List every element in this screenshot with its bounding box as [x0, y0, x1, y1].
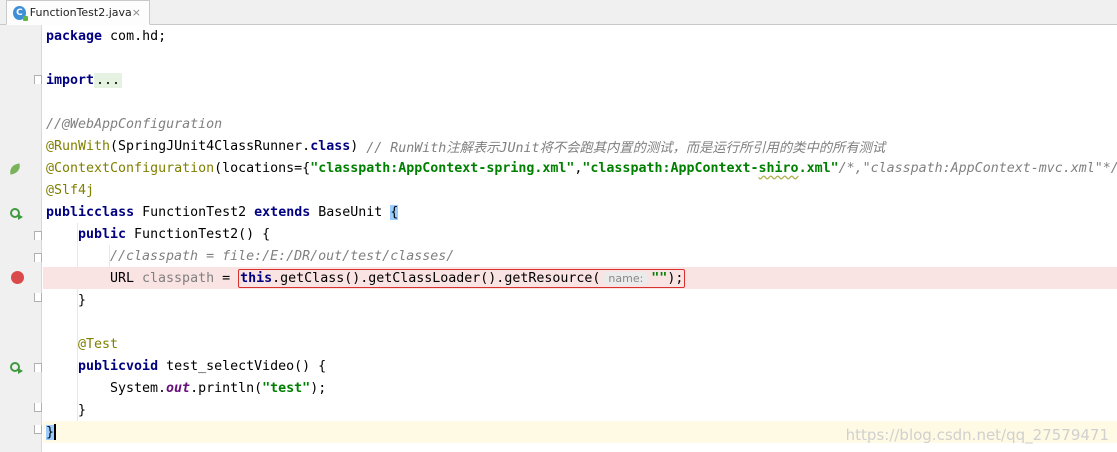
- string-literal: "": [651, 270, 668, 286]
- matched-brace: }: [46, 424, 55, 440]
- code-line-contextconfiguration[interactable]: @ContextConfiguration (locations={"classp…: [43, 157, 1117, 179]
- string-literal: "classpath:AppContext-: [582, 160, 759, 176]
- code-line-comment-webapp[interactable]: //@WebAppConfiguration: [43, 113, 1117, 135]
- code-text: .getClass().getClassLoader().getResource…: [272, 270, 601, 286]
- keyword: public: [78, 226, 127, 242]
- code-text: System.: [110, 380, 167, 396]
- annotation: @ContextConfiguration: [46, 160, 215, 176]
- code-text: ): [350, 138, 367, 154]
- code-line-close-method[interactable]: }: [43, 399, 1117, 421]
- fold-collapse-icon[interactable]: [34, 363, 42, 372]
- fold-collapse-icon[interactable]: [34, 253, 42, 262]
- tab-label: FunctionTest2.java: [29, 6, 132, 19]
- comment: // RunWith注解表示JUnit将不会跑其内置的测试，而是运行所引用的类中…: [366, 140, 886, 156]
- code-line-test-annotation[interactable]: @Test: [43, 333, 1117, 355]
- fold-collapse-icon[interactable]: [34, 231, 42, 240]
- editor-gutter: [0, 25, 42, 452]
- comment: //@WebAppConfiguration: [46, 116, 223, 132]
- code-line-constructor[interactable]: public FunctionTest2() {: [43, 223, 1117, 245]
- breakpoint-icon[interactable]: [11, 271, 24, 284]
- folded-imports[interactable]: ...: [94, 72, 123, 88]
- watermark: https://blog.csdn.net/qq_27579471: [845, 426, 1109, 444]
- annotation: @RunWith: [46, 138, 111, 154]
- code-text: com.hd;: [102, 28, 167, 44]
- code-line-slf4j[interactable]: @Slf4j: [43, 179, 1117, 201]
- code-line-class-declaration[interactable]: public class FunctionTest2 extends BaseU…: [43, 201, 1117, 223]
- code-text: FunctionTest2() {: [126, 226, 271, 242]
- code-text: );: [310, 380, 327, 396]
- annotation: @Slf4j: [46, 182, 95, 198]
- type-name: URL: [110, 270, 143, 286]
- run-test-icon[interactable]: [10, 359, 23, 374]
- code-line-import[interactable]: import ...: [43, 69, 1117, 91]
- code-text: test_selectVideo() {: [158, 358, 327, 374]
- run-test-icon[interactable]: [10, 205, 23, 220]
- fold-expand-icon[interactable]: [34, 75, 42, 84]
- matched-brace: {: [390, 204, 399, 220]
- string-literal: .xml": [798, 160, 839, 176]
- keyword: public: [46, 204, 95, 220]
- code-line-println[interactable]: System. out .println("test");: [43, 377, 1117, 399]
- string-literal: "test": [262, 380, 311, 396]
- string-literal-typo: shiro: [758, 160, 799, 176]
- editor-tab-bar: C FunctionTest2.java ×: [0, 0, 1117, 25]
- comment: //classpath = file:/E:/DR/out/test/class…: [110, 248, 455, 264]
- unused-variable: classpath: [142, 270, 215, 286]
- code-text: (SpringJUnit4ClassRunner.: [110, 138, 311, 154]
- code-editor[interactable]: package com.hd; import ... //@WebAppConf…: [43, 25, 1117, 452]
- text-caret: [54, 424, 57, 440]
- fold-end-icon[interactable]: [34, 403, 42, 412]
- code-line-method[interactable]: public void test_selectVideo() {: [43, 355, 1117, 377]
- parameter-hint: name:: [604, 271, 648, 285]
- tab-functiontest2[interactable]: C FunctionTest2.java ×: [6, 0, 150, 25]
- keyword: extends: [254, 204, 311, 220]
- spring-bean-icon[interactable]: [7, 163, 23, 175]
- string-literal: "classpath:AppContext-spring.xml": [310, 160, 575, 176]
- fold-end-icon[interactable]: [34, 293, 42, 302]
- code-text: }: [78, 402, 87, 418]
- fold-end-icon[interactable]: [34, 425, 42, 434]
- comment: /*,"classpath:AppContext-mvc.xml"*/: [838, 160, 1117, 176]
- code-text: =: [214, 270, 239, 286]
- code-text: (locations={: [214, 160, 311, 176]
- keyword: public: [78, 358, 127, 374]
- base-class-name: BaseUnit: [310, 204, 391, 220]
- code-line-package[interactable]: package com.hd;: [43, 25, 1117, 47]
- code-text: .println(: [190, 380, 263, 396]
- keyword: class: [310, 138, 351, 154]
- keyword: void: [126, 358, 159, 374]
- keyword: import: [46, 72, 95, 88]
- close-tab-icon[interactable]: ×: [132, 6, 141, 19]
- highlighted-expression: this.getClass().getClassLoader().getReso…: [238, 268, 686, 288]
- annotation: @Test: [78, 336, 119, 352]
- code-line-runwith[interactable]: @RunWith (SpringJUnit4ClassRunner. class) …: [43, 135, 1117, 157]
- keyword: package: [46, 28, 103, 44]
- class-icon: C: [13, 5, 28, 21]
- class-name: FunctionTest2: [134, 204, 255, 220]
- static-field: out: [166, 380, 191, 396]
- code-text: }: [78, 292, 87, 308]
- code-line-breakpoint[interactable]: URL classpath = this.getClass().getClass…: [43, 267, 1117, 289]
- code-text: );: [667, 270, 684, 286]
- keyword: this: [240, 270, 273, 286]
- code-text: ,: [574, 160, 583, 176]
- code-line-comment-classpath[interactable]: //classpath = file:/E:/DR/out/test/class…: [43, 245, 1117, 267]
- keyword: class: [94, 204, 135, 220]
- code-line-close-constructor[interactable]: }: [43, 289, 1117, 311]
